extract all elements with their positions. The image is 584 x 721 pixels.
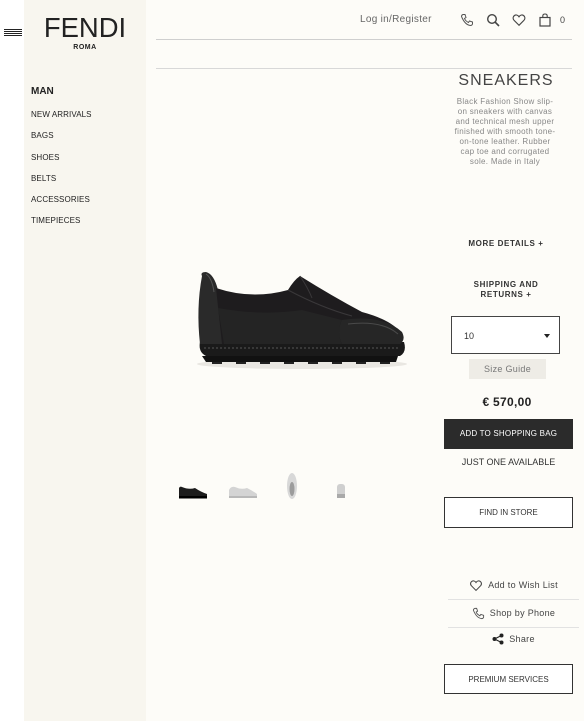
thumbnail-2[interactable]: [227, 482, 259, 500]
divider: [156, 68, 572, 69]
thumbnail-3[interactable]: [285, 471, 299, 501]
find-in-store-button[interactable]: FIND IN STORE: [444, 497, 573, 528]
sidebar-item-shoes[interactable]: SHOES: [31, 153, 92, 174]
size-select[interactable]: 10: [451, 316, 560, 354]
heart-icon[interactable]: [512, 13, 526, 27]
sidebar-item-belts[interactable]: BELTS: [31, 174, 92, 195]
wish-list-button[interactable]: Add to Wish List: [448, 571, 579, 599]
login-register-link[interactable]: Log in/Register: [360, 14, 432, 25]
share-button[interactable]: Share: [448, 625, 579, 653]
product-price: € 570,00: [482, 395, 532, 409]
availability-text: JUST ONE AVAILABLE: [461, 457, 556, 467]
thumbnail-1[interactable]: [177, 484, 209, 500]
shop-by-phone-label: Shop by Phone: [489, 608, 556, 618]
brand-logo[interactable]: FENDI ROMA: [42, 12, 128, 52]
sidebar-item-timepieces[interactable]: TIMEPIECES: [31, 216, 92, 237]
premium-services-button[interactable]: PREMIUM SERVICES: [444, 664, 573, 694]
sidebar-title: MAN: [31, 86, 54, 97]
chevron-down-icon: [544, 334, 550, 338]
product-description: Black Fashion Show slip-on sneakers with…: [454, 97, 556, 166]
shipping-returns-link[interactable]: SHIPPING AND RETURNS +: [448, 280, 564, 300]
brand-name: FENDI: [43, 12, 127, 43]
brand-sub: ROMA: [73, 44, 97, 51]
shipping-returns-line2: RETURNS +: [480, 290, 532, 299]
left-rail: [0, 0, 24, 721]
phone-icon: [472, 607, 484, 619]
sidebar: FENDI ROMA MAN NEW ARRIVALS BAGS SHOES B…: [24, 0, 146, 721]
size-select-value: 10: [464, 331, 475, 341]
product-image[interactable]: [192, 268, 410, 376]
phone-icon[interactable]: [460, 13, 474, 27]
more-details-link[interactable]: MORE DETAILS +: [448, 239, 564, 248]
thumbnail-4[interactable]: [335, 482, 347, 500]
sidebar-item-bags[interactable]: BAGS: [31, 131, 92, 152]
bag-count: 0: [560, 15, 566, 25]
shipping-returns-line1: SHIPPING AND: [473, 280, 539, 289]
size-guide-button[interactable]: Size Guide: [469, 359, 546, 379]
bag-icon[interactable]: [538, 13, 552, 27]
sidebar-item-new-arrivals[interactable]: NEW ARRIVALS: [31, 110, 92, 131]
header: Log in/Register 0: [156, 0, 572, 40]
share-label: Share: [509, 634, 535, 644]
search-icon[interactable]: [486, 13, 500, 27]
share-icon: [492, 633, 504, 645]
product-title: SNEAKERS: [458, 72, 554, 89]
sidebar-item-accessories[interactable]: ACCESSORIES: [31, 195, 92, 216]
sidebar-list: NEW ARRIVALS BAGS SHOES BELTS ACCESSORIE…: [31, 110, 92, 238]
heart-icon: [470, 579, 483, 591]
shop-by-phone-button[interactable]: Shop by Phone: [448, 599, 579, 627]
wish-list-label: Add to Wish List: [488, 580, 558, 590]
hamburger-icon[interactable]: [4, 29, 22, 37]
add-to-bag-button[interactable]: ADD TO SHOPPING BAG: [444, 419, 573, 449]
